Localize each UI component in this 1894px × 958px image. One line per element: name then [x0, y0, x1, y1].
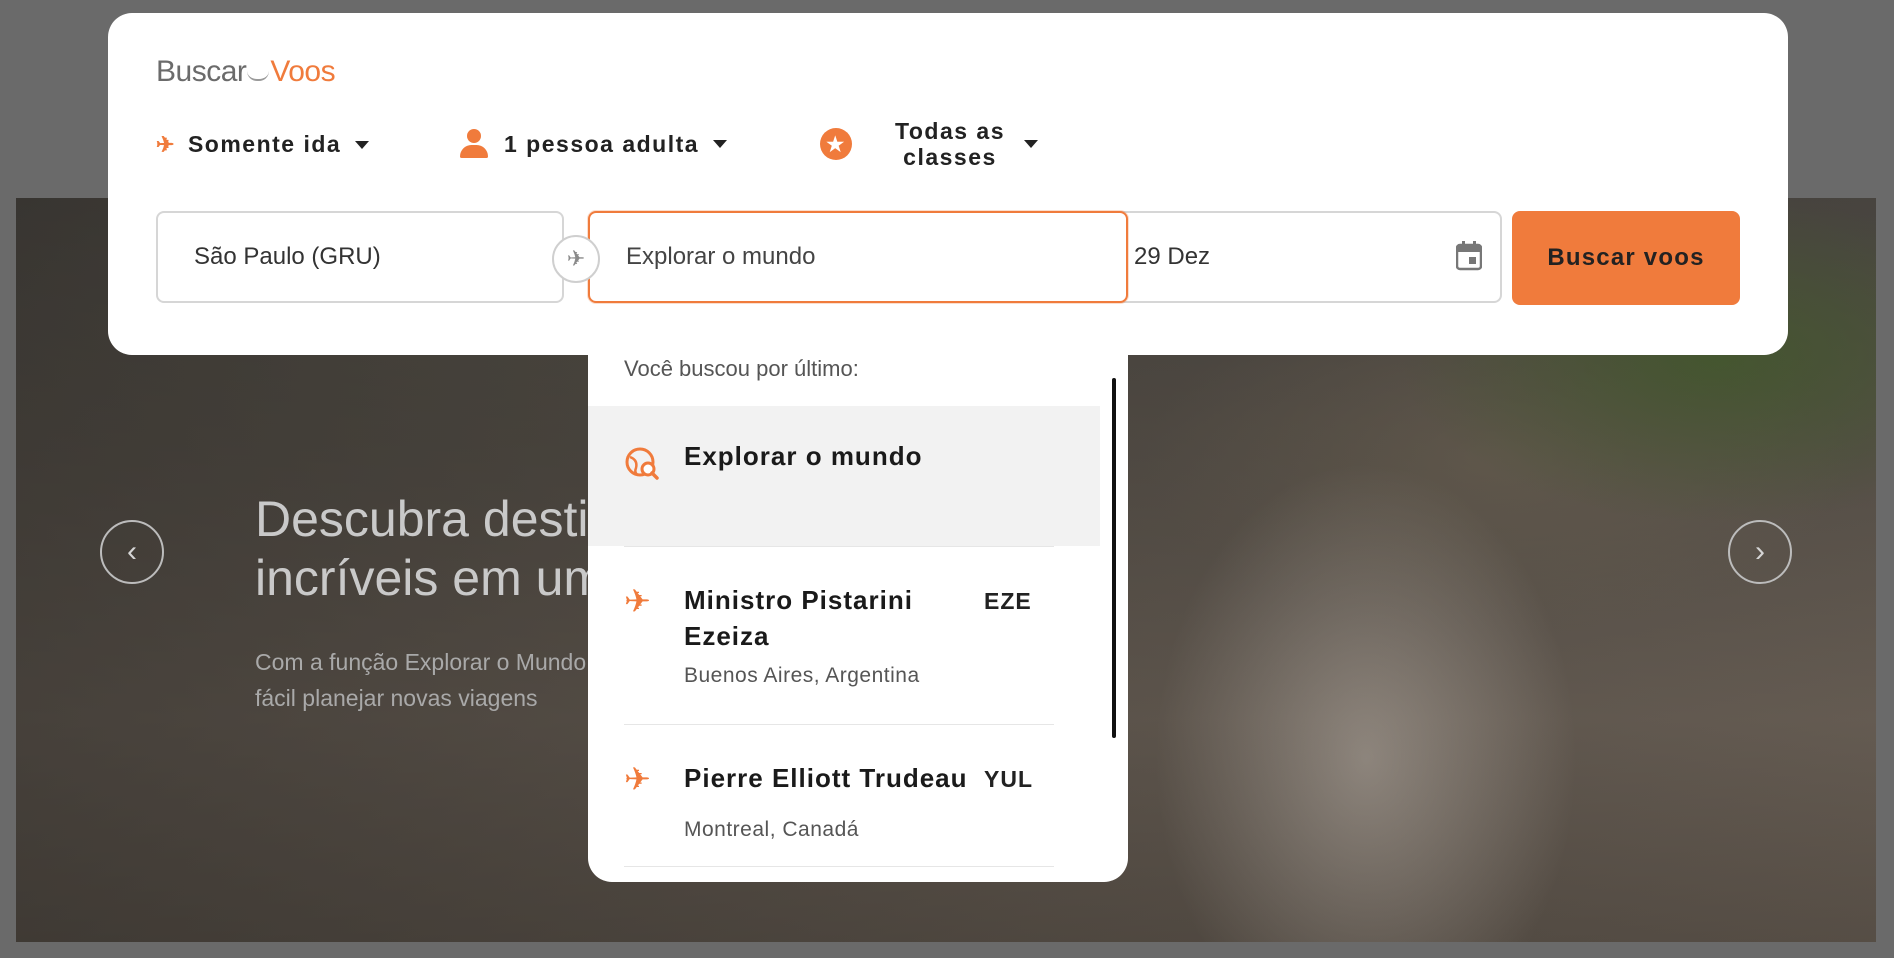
- logo[interactable]: Buscar Voos: [156, 55, 336, 89]
- plane-icon: ✈: [156, 131, 176, 157]
- scrollbar[interactable]: [1112, 378, 1116, 738]
- chevron-right-icon: ›: [1755, 535, 1765, 568]
- suggestion-yul[interactable]: ✈ Pierre Elliott Trudeau YUL Montreal, C…: [588, 724, 1100, 866]
- suggestion-location: Montreal, Canadá: [684, 818, 859, 841]
- caret-down-icon: [355, 140, 370, 149]
- logo-text-2: Voos: [270, 55, 336, 88]
- calendar-icon: [1456, 241, 1482, 271]
- destination-dropdown: Você buscou por último: Explorar o mundo…: [588, 320, 1128, 882]
- cabin-class-label: Todas as classes: [895, 118, 1005, 170]
- caret-down-icon: [713, 140, 728, 148]
- cabin-class-select[interactable]: ★ Todas as classes: [820, 118, 1038, 170]
- airport-code: YUL: [984, 766, 1033, 792]
- globe-search-icon: [625, 447, 659, 480]
- date-input[interactable]: 29 Dez: [1108, 211, 1502, 303]
- person-icon: [460, 129, 488, 159]
- logo-smile-icon: [247, 71, 270, 81]
- caret-down-icon: [1024, 140, 1038, 148]
- plane-icon: ✈: [566, 246, 586, 271]
- passengers-select[interactable]: 1 pessoa adulta: [460, 129, 728, 159]
- recent-searches-header: Você buscou por último:: [624, 356, 859, 381]
- origin-value: São Paulo (GRU): [194, 243, 381, 270]
- chevron-left-icon: ‹: [127, 535, 137, 568]
- plane-icon: ✈: [624, 761, 651, 797]
- search-flights-button[interactable]: Buscar voos: [1512, 211, 1740, 305]
- trip-type-select[interactable]: ✈ Somente ida: [156, 131, 370, 158]
- swap-route-button[interactable]: ✈: [552, 235, 600, 283]
- passengers-label: 1 pessoa adulta: [504, 130, 700, 157]
- suggestion-eze[interactable]: ✈ Ministro Pistarini Ezeiza EZE Buenos A…: [588, 546, 1100, 722]
- carousel-next-button[interactable]: ›: [1728, 520, 1792, 584]
- suggestion-name: Pierre Elliott Trudeau: [684, 763, 968, 793]
- destination-input[interactable]: Explorar o mundo: [588, 211, 1128, 303]
- divider: [624, 866, 1054, 867]
- airport-code: EZE: [984, 588, 1032, 614]
- destination-value: Explorar o mundo: [626, 243, 816, 270]
- star-icon: ★: [820, 128, 852, 160]
- suggestion-explore-world[interactable]: Explorar o mundo: [588, 406, 1100, 546]
- date-value: 29 Dez: [1134, 243, 1211, 270]
- trip-type-label: Somente ida: [187, 131, 342, 157]
- logo-text-1: Buscar: [156, 55, 247, 88]
- origin-input[interactable]: São Paulo (GRU): [156, 211, 564, 303]
- carousel-prev-button[interactable]: ‹: [100, 520, 164, 584]
- plane-icon: ✈: [624, 583, 651, 619]
- flight-search-card: Buscar Voos ✈ Somente ida 1 pessoa adulta…: [108, 13, 1788, 355]
- suggestion-name: Ministro Pistarini Ezeiza: [684, 585, 913, 651]
- suggestion-name: Explorar o mundo: [684, 441, 923, 471]
- suggestion-location: Buenos Aires, Argentina: [684, 664, 920, 687]
